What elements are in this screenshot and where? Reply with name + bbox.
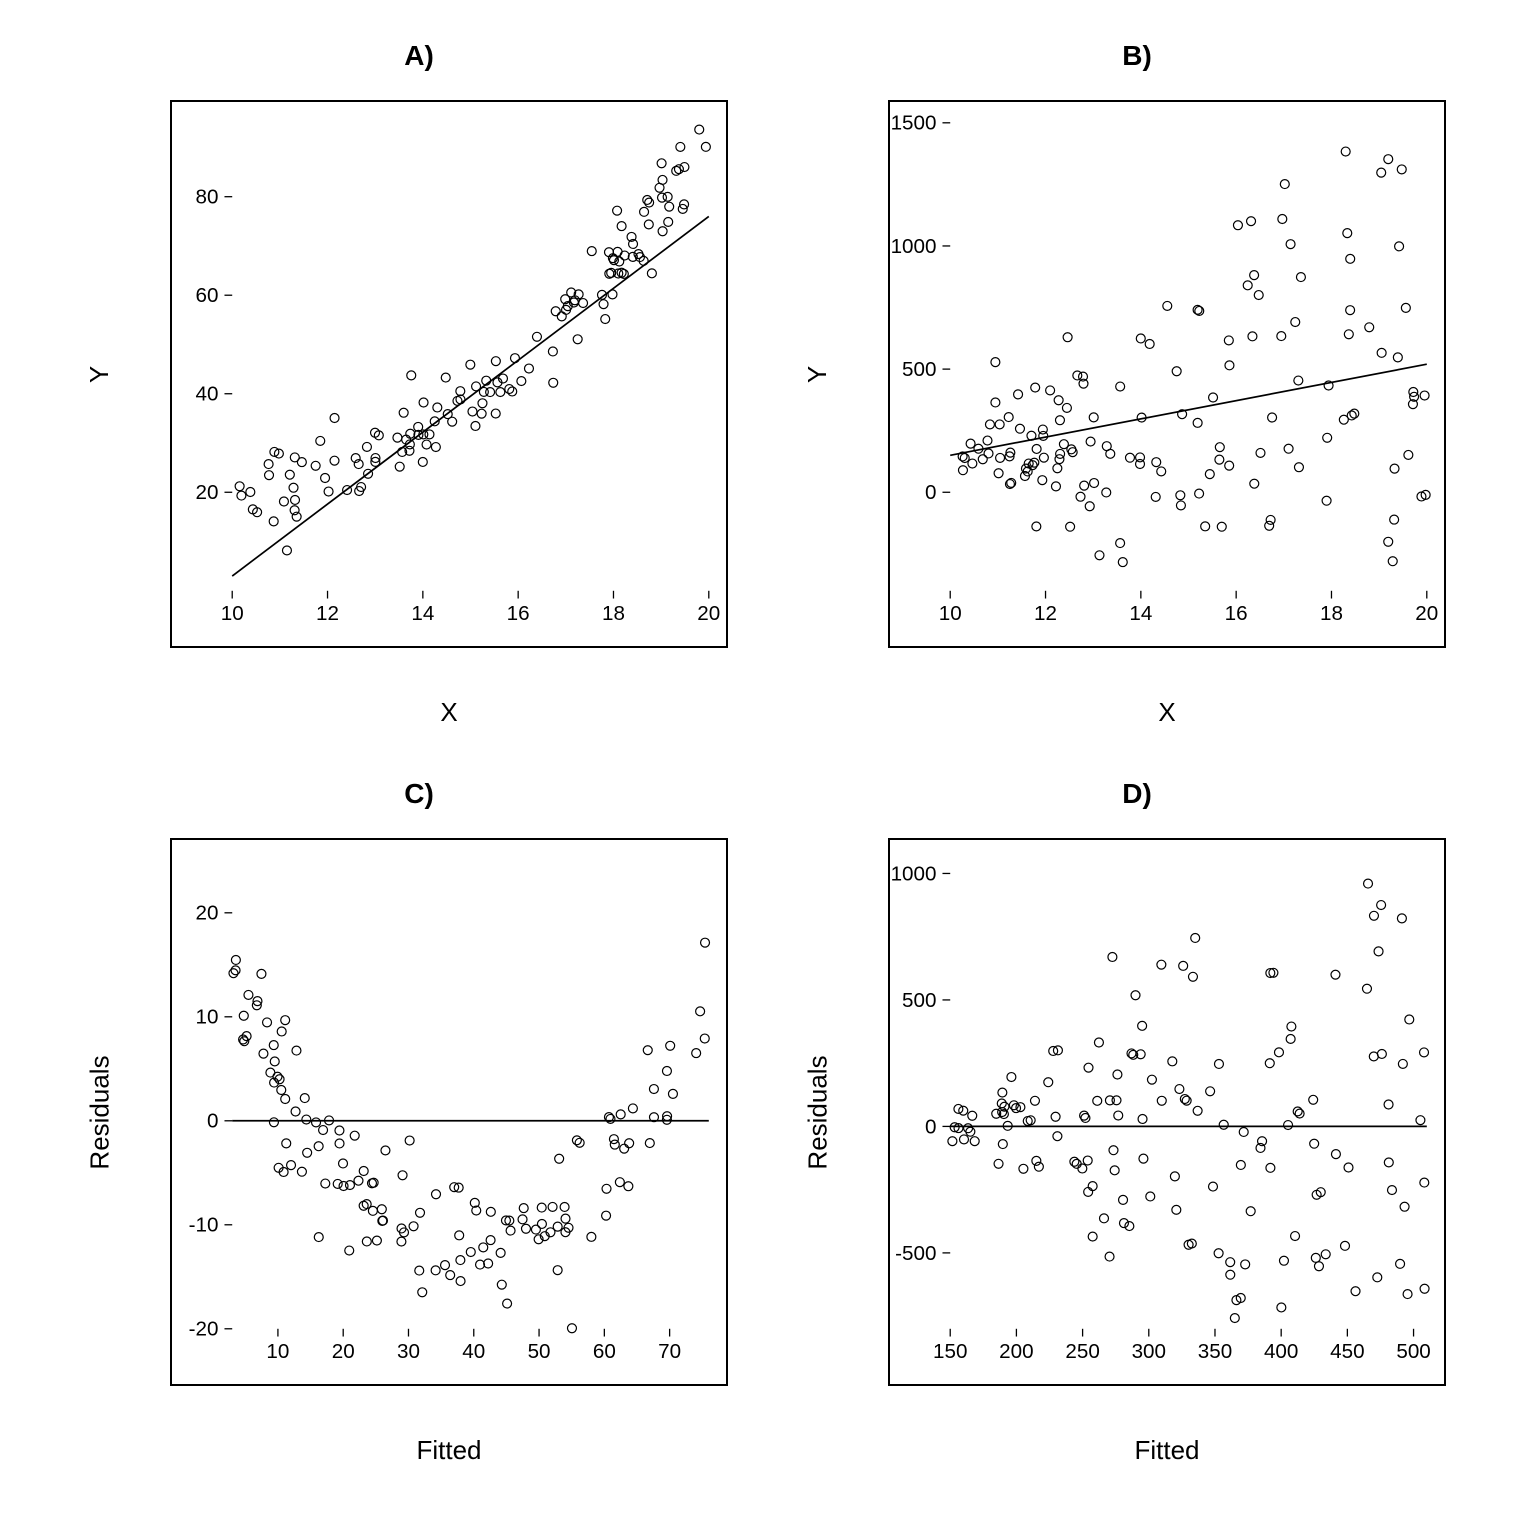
- svg-text:30: 30: [397, 1340, 420, 1363]
- svg-text:18: 18: [1320, 602, 1343, 625]
- svg-text:-500: -500: [895, 1242, 936, 1265]
- svg-text:60: 60: [593, 1340, 616, 1363]
- svg-text:300: 300: [1132, 1340, 1166, 1363]
- svg-text:200: 200: [999, 1340, 1033, 1363]
- svg-text:-20: -20: [189, 1318, 219, 1341]
- x-axis-label: X: [170, 697, 728, 728]
- svg-text:20: 20: [697, 602, 720, 625]
- svg-text:50: 50: [528, 1340, 551, 1363]
- svg-text:450: 450: [1330, 1340, 1364, 1363]
- plot-area: 150 200 250 300 350 400 450 500 -500 0 500 1000: [888, 838, 1446, 1386]
- svg-text:20: 20: [196, 481, 219, 504]
- svg-text:40: 40: [196, 383, 219, 406]
- panel-title: D): [798, 778, 1476, 810]
- plot-area: 10 12 14 16 18 20 0 500 1000 1500: [888, 100, 1446, 648]
- svg-text:1000: 1000: [891, 235, 937, 258]
- svg-text:20: 20: [332, 1340, 355, 1363]
- svg-text:60: 60: [196, 284, 219, 307]
- svg-text:16: 16: [1225, 602, 1248, 625]
- chart-grid: A)Y10121416182020406080XB)Y1012141618200…: [0, 0, 1536, 1536]
- svg-text:14: 14: [1129, 602, 1152, 625]
- svg-text:20: 20: [196, 902, 219, 925]
- svg-text:-10: -10: [189, 1214, 219, 1237]
- svg-text:400: 400: [1264, 1340, 1298, 1363]
- svg-text:0: 0: [925, 481, 936, 504]
- svg-text:250: 250: [1065, 1340, 1099, 1363]
- svg-text:1000: 1000: [891, 862, 937, 885]
- svg-text:1500: 1500: [891, 112, 937, 135]
- svg-text:500: 500: [902, 358, 936, 381]
- svg-text:10: 10: [266, 1340, 289, 1363]
- panel-A: A) Y 10 12 14 16 18 20 20 40 60 80 X: [80, 40, 758, 738]
- panel-title: B): [798, 40, 1476, 72]
- plot-area: 10 20 30 40 50 60 70 -20 -10 0 10 20: [170, 838, 728, 1386]
- plot-area: 10 12 14 16 18 20 20 40 60 80: [170, 100, 728, 648]
- panel-title: A): [80, 40, 758, 72]
- y-axis-label: Y: [798, 100, 838, 648]
- x-axis-label: Fitted: [170, 1435, 728, 1466]
- y-axis-label: Residuals: [80, 838, 120, 1386]
- svg-text:150: 150: [933, 1340, 967, 1363]
- svg-text:12: 12: [1034, 602, 1057, 625]
- svg-text:80: 80: [196, 186, 219, 209]
- svg-text:10: 10: [939, 602, 962, 625]
- panel-C: C) Residuals 10 20 30 40 50 60 70 -20 -10 0 10 20 Fitt…: [80, 778, 758, 1476]
- svg-text:12: 12: [316, 602, 339, 625]
- svg-text:14: 14: [411, 602, 434, 625]
- svg-text:10: 10: [196, 1006, 219, 1029]
- svg-text:20: 20: [1415, 602, 1438, 625]
- y-axis-label: Y: [80, 100, 120, 648]
- svg-text:10: 10: [221, 602, 244, 625]
- panel-B: B) Y 10 12 14 16 18 20 0 500 1000 1500 X: [798, 40, 1476, 738]
- svg-text:500: 500: [902, 989, 936, 1012]
- y-axis-label: Residuals: [798, 838, 838, 1386]
- svg-text:0: 0: [207, 1110, 218, 1133]
- panel-title: C): [80, 778, 758, 810]
- svg-text:350: 350: [1198, 1340, 1232, 1363]
- svg-text:18: 18: [602, 602, 625, 625]
- panel-D: D) Residuals 150 200 250 300 350 400 450 500 -500 0…: [798, 778, 1476, 1476]
- svg-text:70: 70: [658, 1340, 681, 1363]
- svg-text:0: 0: [925, 1115, 936, 1138]
- x-axis-label: X: [888, 697, 1446, 728]
- x-axis-label: Fitted: [888, 1435, 1446, 1466]
- svg-text:16: 16: [507, 602, 530, 625]
- svg-text:40: 40: [462, 1340, 485, 1363]
- svg-text:500: 500: [1396, 1340, 1430, 1363]
